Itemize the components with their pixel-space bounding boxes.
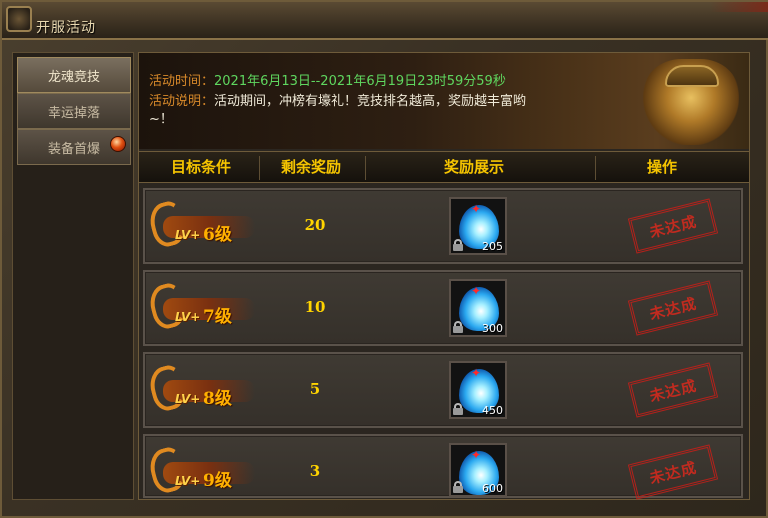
event-banner: 活动时间：2021年6月13日--2021年6月19日23时59分59秒 活动说… bbox=[139, 53, 749, 149]
sidebar-tab-label: 幸运掉落 bbox=[47, 105, 100, 121]
level-badge: LV+ 9级 bbox=[145, 444, 257, 500]
event-window: 开服活动 龙魂竞技 幸运掉落 装备首爆 活动时间：2021年6月13日--202… bbox=[0, 0, 768, 518]
event-desc-value: 活动期间，冲榜有壕礼！竞技排名越高，奖励越丰富哟 bbox=[214, 94, 527, 109]
event-time-label: 活动时间： bbox=[149, 74, 215, 89]
event-desc-continuation: ~！ bbox=[149, 112, 173, 127]
level-badge: LV+ 7级 bbox=[145, 280, 257, 336]
notice-dot-icon bbox=[110, 136, 126, 152]
sparkle-icon: ✦ bbox=[471, 448, 482, 462]
lock-icon bbox=[453, 481, 463, 493]
sidebar-tab-first-drop[interactable]: 装备首爆 bbox=[17, 129, 131, 165]
header-condition: 目标条件 bbox=[170, 158, 231, 176]
status-stamp: 未达成 bbox=[627, 280, 719, 336]
lock-icon bbox=[453, 321, 463, 333]
table-row: LV+ 7级 10 ✦ 300 未达成 bbox=[143, 270, 743, 346]
sidebar-tab-label: 龙魂竞技 bbox=[47, 69, 100, 85]
status-stamp: 未达成 bbox=[627, 198, 719, 254]
header-action: 操作 bbox=[646, 158, 677, 176]
sparkle-icon: ✦ bbox=[471, 366, 482, 380]
table-row: LV+ 8级 5 ✦ 450 未达成 bbox=[143, 352, 743, 428]
level-value: 7级 bbox=[203, 307, 232, 327]
table-row: LV+ 9级 3 ✦ 600 未达成 bbox=[143, 434, 743, 500]
status-stamp: 未达成 bbox=[627, 362, 719, 418]
sparkle-icon: ✦ bbox=[471, 202, 482, 216]
reward-item-slot[interactable]: ✦ 600 bbox=[449, 443, 507, 497]
reward-quantity: 300 bbox=[482, 322, 503, 335]
sidebar-tab-lucky-drop[interactable]: 幸运掉落 bbox=[17, 93, 131, 129]
reward-item-slot[interactable]: ✦ 205 bbox=[449, 197, 507, 255]
header-remaining: 剩余奖励 bbox=[280, 158, 341, 176]
reward-quantity: 600 bbox=[482, 482, 503, 495]
remaining-count: 5 bbox=[309, 380, 321, 398]
lock-icon bbox=[453, 239, 463, 251]
corner-ornament-icon bbox=[6, 6, 32, 32]
sidebar-tab-dragon-soul[interactable]: 龙魂竞技 bbox=[17, 57, 131, 93]
reward-quantity: 205 bbox=[482, 240, 503, 253]
level-badge: LV+ 6级 bbox=[145, 198, 257, 254]
sparkle-icon: ✦ bbox=[471, 284, 482, 298]
header-divider bbox=[365, 156, 366, 180]
lock-icon bbox=[453, 403, 463, 415]
level-value: 6级 bbox=[203, 225, 232, 245]
sidebar-tab-label: 装备首爆 bbox=[47, 141, 100, 157]
reward-item-slot[interactable]: ✦ 300 bbox=[449, 279, 507, 337]
title-decoration bbox=[710, 2, 768, 12]
event-time-value: 2021年6月13日--2021年6月19日23时59分59秒 bbox=[214, 74, 506, 89]
level-prefix: LV+ bbox=[175, 392, 201, 406]
header-rewards: 奖励展示 bbox=[443, 158, 504, 176]
level-prefix: LV+ bbox=[175, 310, 201, 324]
header-divider bbox=[259, 156, 260, 180]
status-stamp: 未达成 bbox=[627, 444, 719, 500]
table-header: 目标条件 剩余奖励 奖励展示 操作 bbox=[139, 151, 749, 183]
event-desc-label: 活动说明： bbox=[149, 94, 215, 109]
main-panel: 活动时间：2021年6月13日--2021年6月19日23时59分59秒 活动说… bbox=[138, 52, 750, 500]
level-value: 9级 bbox=[203, 471, 232, 491]
level-badge: LV+ 8级 bbox=[145, 362, 257, 418]
reward-quantity: 450 bbox=[482, 404, 503, 417]
remaining-count: 20 bbox=[304, 216, 326, 234]
sidebar: 龙魂竞技 幸运掉落 装备首爆 bbox=[12, 52, 134, 500]
header-divider bbox=[595, 156, 596, 180]
table-row: LV+ 6级 20 ✦ 205 未达成 bbox=[143, 188, 743, 264]
level-prefix: LV+ bbox=[175, 474, 201, 488]
level-prefix: LV+ bbox=[175, 228, 201, 242]
title-bar: 开服活动 bbox=[2, 2, 768, 40]
remaining-count: 10 bbox=[304, 298, 326, 316]
reward-item-slot[interactable]: ✦ 450 bbox=[449, 361, 507, 419]
treasure-lid-icon bbox=[665, 65, 719, 87]
window-title: 开服活动 bbox=[36, 20, 96, 36]
remaining-count: 3 bbox=[309, 462, 321, 480]
event-time-line: 活动时间：2021年6月13日--2021年6月19日23时59分59秒 bbox=[149, 73, 506, 91]
level-value: 8级 bbox=[203, 389, 232, 409]
event-desc-line: 活动说明：活动期间，冲榜有壕礼！竞技排名越高，奖励越丰富哟 bbox=[149, 93, 629, 111]
